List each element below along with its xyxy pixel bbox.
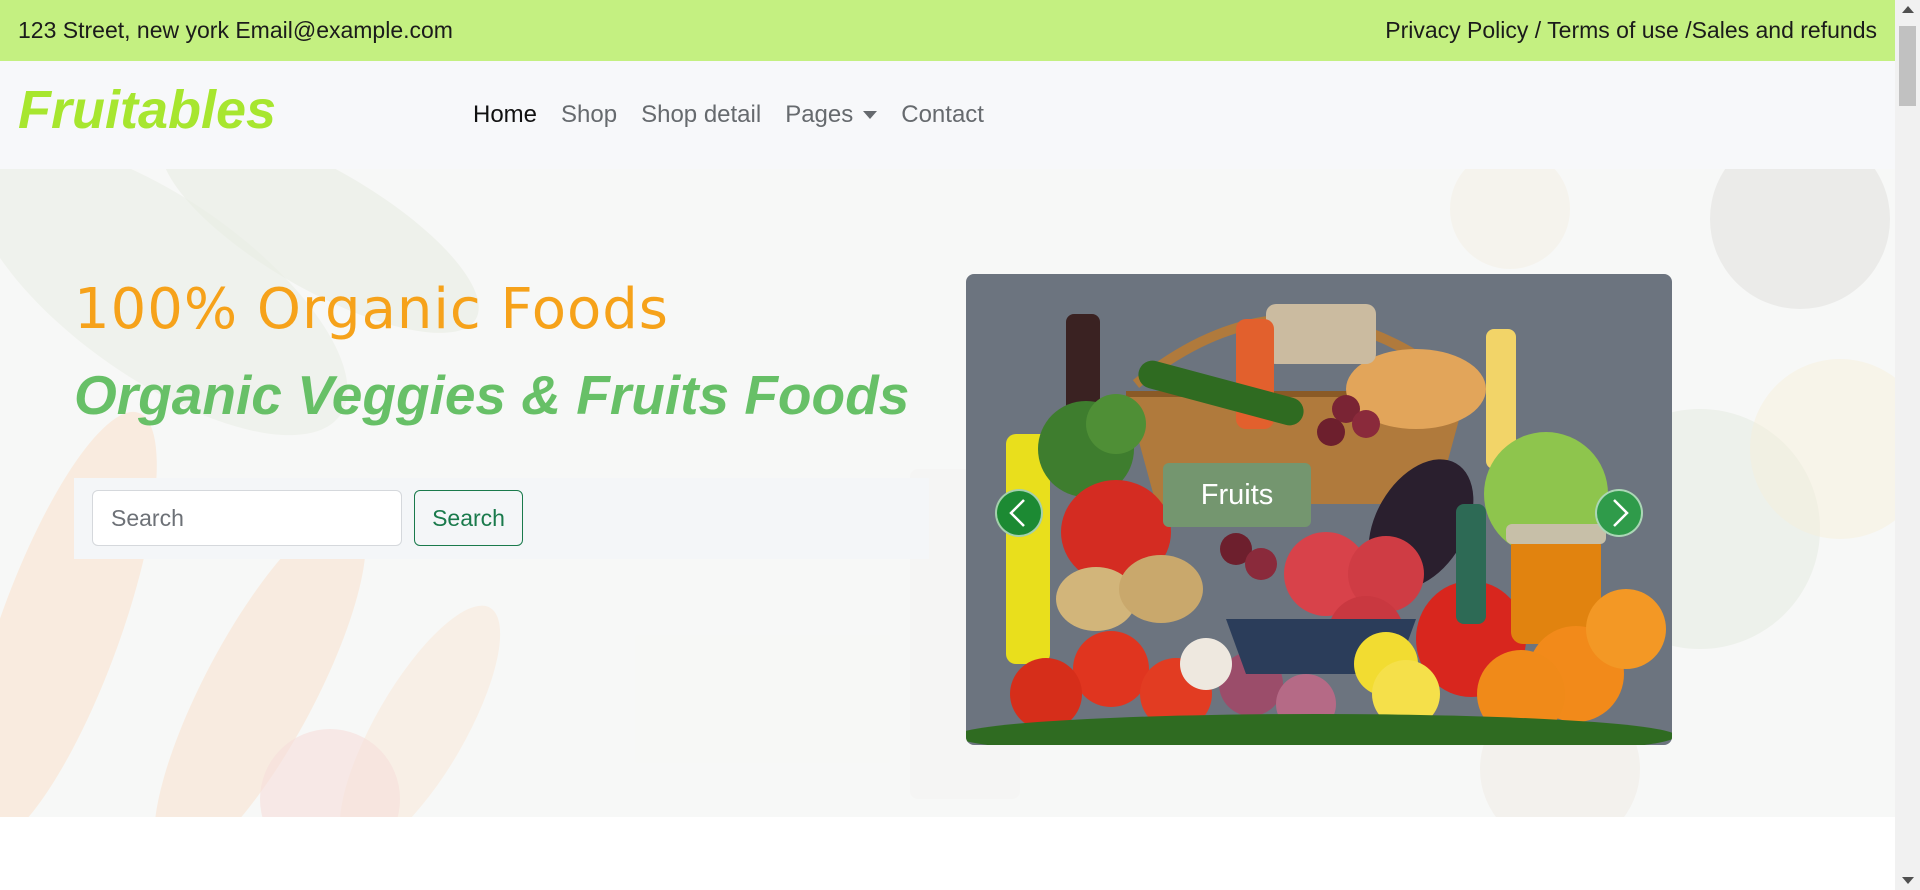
slide-label[interactable]: Fruits bbox=[1163, 463, 1311, 527]
hero-section: 100% Organic Foods Organic Veggies & Fru… bbox=[0, 169, 1895, 817]
carousel-prev-button[interactable] bbox=[995, 489, 1043, 537]
nav-home[interactable]: Home bbox=[473, 101, 537, 129]
policy-links[interactable]: Privacy Policy / Terms of use /Sales and… bbox=[1385, 17, 1877, 44]
nav-contact[interactable]: Contact bbox=[901, 101, 984, 129]
caret-down-icon bbox=[863, 111, 878, 119]
brand-logo[interactable]: Fruitables bbox=[18, 79, 276, 141]
scrollbar-thumb[interactable] bbox=[1899, 26, 1916, 106]
search-button[interactable]: Search bbox=[414, 490, 523, 546]
chevron-right-icon bbox=[1613, 499, 1629, 527]
navbar: Fruitables Home Shop Shop detail Pages C… bbox=[0, 61, 1895, 169]
chevron-left-icon bbox=[1009, 499, 1025, 527]
hero-title: Organic Veggies & Fruits Foods bbox=[74, 364, 910, 426]
hero-carousel[interactable]: Fruits bbox=[966, 274, 1672, 745]
scroll-down-arrow-icon[interactable] bbox=[1902, 877, 1914, 884]
main-nav: Home Shop Shop detail Pages Contact bbox=[473, 101, 1008, 129]
page: 123 Street, new york Email@example.com P… bbox=[0, 0, 1895, 890]
scroll-up-arrow-icon[interactable] bbox=[1902, 6, 1914, 13]
search-input[interactable] bbox=[92, 490, 402, 546]
hero-subtitle: 100% Organic Foods bbox=[74, 277, 669, 342]
search-form: Search bbox=[74, 478, 929, 559]
carousel-next-button[interactable] bbox=[1595, 489, 1643, 537]
nav-pages-label: Pages bbox=[785, 101, 854, 128]
top-bar: 123 Street, new york Email@example.com P… bbox=[0, 0, 1895, 61]
nav-shop-detail[interactable]: Shop detail bbox=[641, 101, 761, 129]
contact-info: 123 Street, new york Email@example.com bbox=[18, 17, 453, 43]
nav-pages[interactable]: Pages bbox=[785, 101, 878, 129]
page-scrollbar[interactable] bbox=[1895, 0, 1920, 890]
produce-basket-image bbox=[966, 304, 1672, 745]
nav-shop[interactable]: Shop bbox=[561, 101, 617, 129]
